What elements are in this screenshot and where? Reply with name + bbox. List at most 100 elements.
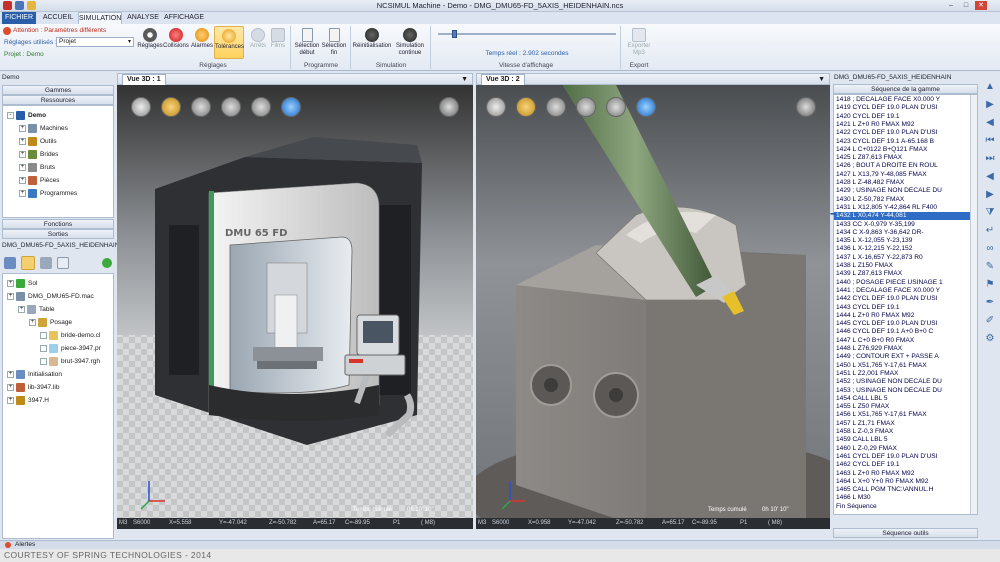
program-line[interactable]: 1429 ; USINAGE NON DECALE DU [834, 187, 970, 195]
program-line[interactable]: 1458 L Z-0,3 FMAX [834, 428, 970, 436]
section-sorties[interactable]: Sorties [2, 229, 114, 239]
program-line[interactable]: 1461 CYCL DEF 19.0 PLAN D'USI [834, 453, 970, 461]
expand-icon[interactable] [40, 357, 47, 365]
minimize-button[interactable]: – [945, 1, 957, 10]
program-line[interactable]: 1428 L Z-48,482 FMAX [834, 179, 970, 187]
part-display-icon[interactable] [161, 97, 181, 117]
program-line[interactable]: 1454 CALL LBL 5 [834, 395, 970, 403]
arrow-left-icon[interactable]: ◀ [983, 116, 997, 130]
simulation-continue-button[interactable]: Simulation continue [392, 26, 428, 59]
program-line[interactable]: 1437 L X-16,657 Y-22,873 R0 [834, 254, 970, 262]
expand-icon[interactable]: + [7, 370, 14, 378]
expand-icon[interactable]: + [18, 305, 25, 313]
program-line[interactable]: 1464 L X+0 Y+0 R0 FMAX M92 [834, 478, 970, 486]
resource-item[interactable]: + Brides [19, 149, 58, 161]
maximize-button[interactable]: □ [960, 1, 972, 10]
program-line[interactable]: 1439 L Z87,613 FMAX [834, 270, 970, 278]
machine-tree-item[interactable]: +3947.H [7, 395, 49, 407]
view-cube-icon[interactable] [131, 97, 151, 117]
machine-tree-item[interactable]: + Sol [7, 278, 37, 290]
machine-tree-item[interactable]: piece-3947.pr [40, 343, 101, 355]
resource-item[interactable]: + Outils [19, 136, 57, 148]
program-list[interactable]: 1418 ; DECALAGE FACE X0.000 Y 1419 CYCL D… [833, 94, 978, 515]
program-line[interactable]: 1448 L Z76,929 FMAX [834, 345, 970, 353]
program-line[interactable]: 1418 ; DECALAGE FACE X0.000 Y [834, 96, 970, 104]
first-icon[interactable]: ⏮ [983, 134, 997, 148]
tab-accueil[interactable]: ACCUEIL [40, 12, 76, 24]
sequence-outils[interactable]: Séquence outils [833, 528, 978, 538]
program-line[interactable]: 1465 CALL PGM TNC:\ANNUL.H [834, 486, 970, 494]
program-line[interactable]: 1446 CYCL DEF 19.1 A+0 B+0 C [834, 328, 970, 336]
program-subtitle[interactable]: Séquence de la gamme [833, 84, 978, 94]
program-line[interactable]: 1466 L M30 [834, 494, 970, 502]
mark-icon[interactable]: ✎ [983, 260, 997, 274]
selection-debut-button[interactable]: Sélection début [294, 26, 320, 59]
view-cube-icon[interactable] [486, 97, 506, 117]
filter-icon[interactable]: ⧩ [983, 206, 997, 220]
machine-tree-item[interactable]: + DMG_DMU65-FD.mac [7, 291, 94, 303]
program-line[interactable]: 1459 CALL LBL 5 [834, 436, 970, 444]
loop-icon[interactable]: ∞ [983, 242, 997, 256]
expand-icon[interactable]: + [19, 137, 26, 145]
expand-icon[interactable]: + [7, 383, 14, 391]
stock-display-icon[interactable] [546, 97, 566, 117]
resource-item[interactable]: + Machines [19, 123, 68, 135]
zoom-icon[interactable] [221, 97, 241, 117]
program-line[interactable]: 1453 ; USINAGE NON DECALE DU [834, 387, 970, 395]
program-line[interactable]: 1456 L X51,765 Y-17,61 FMAX [834, 411, 970, 419]
reglages-button[interactable]: Réglages [136, 26, 164, 59]
program-line[interactable]: 1434 C X-9,863 Y-36,642 DR- [834, 229, 970, 237]
expand-icon[interactable]: + [19, 189, 26, 197]
return-icon[interactable]: ↵ [983, 224, 997, 238]
viewport-1-tab[interactable]: Vue 3D : 1 [122, 74, 166, 85]
resource-item[interactable]: + Bruts [19, 162, 55, 174]
arrow-up-icon[interactable]: ▲ [983, 80, 997, 94]
tab-affichage[interactable]: AFFICHAGE [164, 12, 204, 24]
program-line[interactable]: 1431 L X12,805 Y-42,864 RL F400 [834, 204, 970, 212]
comment-icon[interactable] [57, 257, 69, 269]
program-line[interactable]: 1460 L Z-0,29 FMAX [834, 445, 970, 453]
program-line[interactable]: 1449 ; CONTOUR EXT + PASSE A [834, 353, 970, 361]
fixture-icon[interactable] [21, 256, 35, 270]
exporter-button[interactable]: Exporter Mp3 [624, 26, 654, 59]
rotate-view-icon[interactable] [281, 97, 301, 117]
expand-icon[interactable]: + [7, 292, 14, 300]
machine-tree-item[interactable]: + Initialisation [7, 369, 62, 381]
program-line[interactable]: 1442 CYCL DEF 19.0 PLAN D'USI [834, 295, 970, 303]
expand-icon[interactable]: + [19, 150, 26, 158]
selection-fin-button[interactable]: Sélection fin [321, 26, 347, 59]
camera-icon[interactable] [796, 97, 816, 117]
expand-icon[interactable]: + [19, 124, 26, 132]
program-line[interactable]: 1421 L Z+0 R0 FMAX M92 [834, 121, 970, 129]
tolerances-button[interactable]: Tolérances [214, 26, 244, 59]
program-line[interactable]: 1430 L Z-50,782 FMAX [834, 196, 970, 204]
section-gammes[interactable]: Gammes [2, 85, 114, 95]
expand-icon[interactable] [40, 331, 47, 339]
viewport-1[interactable]: DMU 65 FD Temps cumulé 0h 10' 10" [117, 85, 473, 529]
tool-icon[interactable] [40, 257, 52, 269]
expand-icon[interactable]: + [7, 396, 14, 404]
settings-view-icon[interactable] [251, 97, 271, 117]
program-line[interactable]: 1457 L Z1,71 FMAX [834, 420, 970, 428]
alerts-tab[interactable]: Alertes [15, 541, 35, 548]
camera-icon[interactable] [439, 97, 459, 117]
machine-tree-item[interactable]: brut-3947.rgh [40, 356, 100, 368]
program-line[interactable]: 1447 L C+0 B+0 R0 FMAX [834, 337, 970, 345]
tab-analyse[interactable]: ANALYSE [126, 12, 160, 24]
last-icon[interactable]: ⏭ [983, 152, 997, 166]
program-scrollbar[interactable] [970, 95, 977, 514]
expand-icon[interactable]: + [19, 163, 26, 171]
collisions-button[interactable]: Collisions [162, 26, 190, 59]
program-line[interactable]: 1425 L Z87,613 FMAX [834, 154, 970, 162]
program-line[interactable]: 1422 CYCL DEF 19.0 PLAN D'USI [834, 129, 970, 137]
step-forward-icon[interactable]: ▶ [983, 188, 997, 202]
tab-simulation[interactable]: SIMULATION [78, 12, 122, 24]
program-line[interactable]: 1419 CYCL DEF 19.0 PLAN D'USI [834, 104, 970, 112]
viewport-2-tab[interactable]: Vue 3D : 2 [481, 74, 525, 85]
program-line[interactable]: 1455 L Z50 FMAX [834, 403, 970, 411]
machine-tree-item[interactable]: + lib-3947.lib [7, 382, 59, 394]
expand-icon[interactable] [40, 344, 47, 352]
resource-item[interactable]: - Demo [7, 110, 46, 122]
program-line[interactable]: 1423 CYCL DEF 19.1 A-65.168 B [834, 138, 970, 146]
program-line[interactable]: 1463 L Z+0 R0 FMAX M92 [834, 470, 970, 478]
